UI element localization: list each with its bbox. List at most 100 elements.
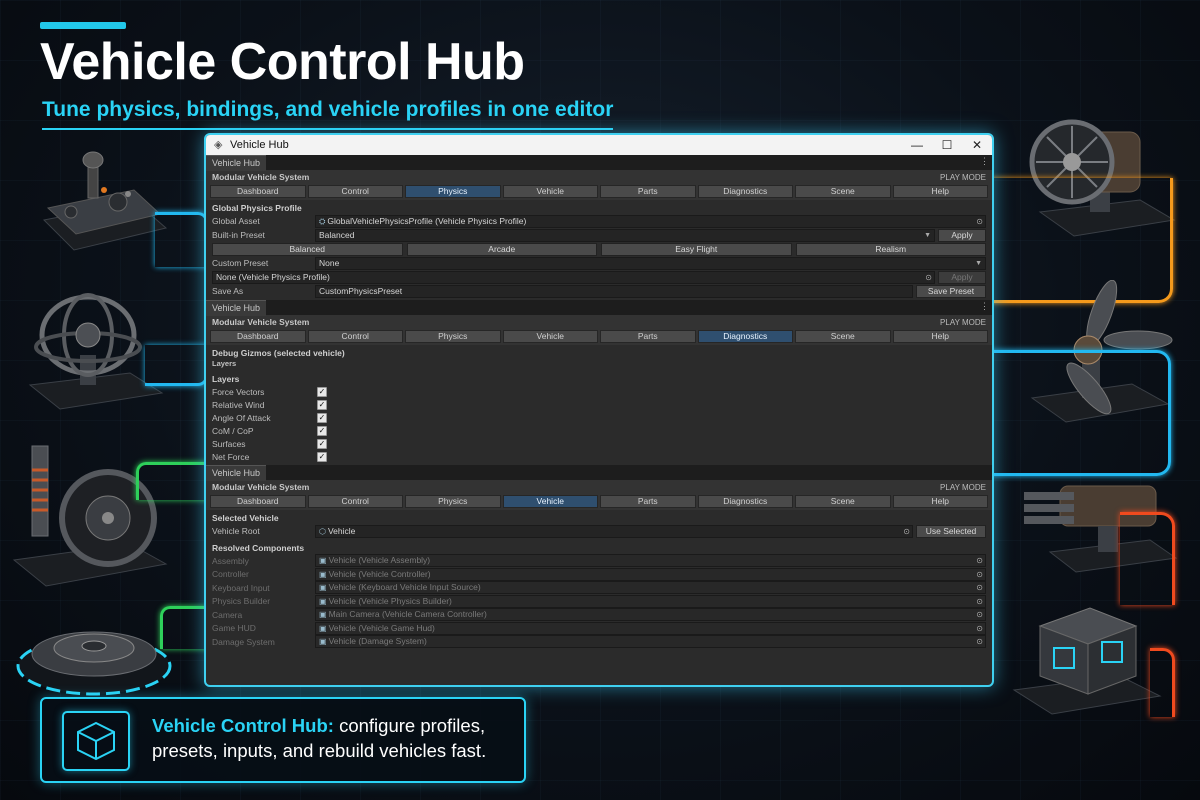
object-picker-icon[interactable]: ⊙ [903, 526, 910, 537]
tab-scene[interactable]: Scene [795, 185, 891, 198]
tab-control[interactable]: Control [307, 185, 403, 198]
layer-checkbox[interactable]: ✓ [317, 412, 327, 423]
builtin-preset-row: Built-in Preset Balanced ▼ Apply [212, 228, 986, 242]
tab-parts[interactable]: Parts [600, 185, 696, 198]
object-picker-icon[interactable]: ⊙ [976, 555, 983, 566]
wire-red-1 [1120, 512, 1175, 605]
tab-dashboard[interactable]: Dashboard [210, 185, 306, 198]
component-row: Controller ▣ Vehicle (Vehicle Controller) ⊙ [212, 567, 986, 582]
object-picker-icon[interactable]: ⊙ [976, 582, 983, 593]
object-picker-icon[interactable]: ⊙ [976, 216, 983, 227]
component-label: Controller [212, 569, 249, 580]
kebab-menu-icon[interactable]: ⋮ [980, 156, 989, 167]
tab-control[interactable]: Control [307, 495, 403, 508]
apply-disabled-button[interactable]: Apply [938, 270, 986, 284]
layer-row: CoM / CoP ✓ [212, 424, 986, 437]
tab-help[interactable]: Help [892, 330, 988, 343]
layer-checkbox[interactable]: ✓ [317, 425, 327, 436]
layer-checkbox[interactable]: ✓ [317, 399, 327, 410]
nav-tabs: Dashboard Control Physics Vehicle Parts Diagn… [206, 184, 992, 200]
use-selected-button[interactable]: Use Selected [916, 524, 986, 538]
tab-parts[interactable]: Parts [600, 495, 696, 508]
component-value: Main Camera (Vehicle Camera Controller) [328, 609, 487, 620]
tab-diagnostics[interactable]: Diagnostics [697, 330, 793, 343]
layer-checkbox[interactable]: ✓ [317, 386, 327, 397]
joystick-icon [26, 150, 176, 260]
object-picker-icon[interactable]: ⊙ [976, 569, 983, 580]
component-field[interactable]: ▣ Vehicle (Vehicle Assembly) ⊙ [315, 554, 986, 568]
component-field[interactable]: ▣ Vehicle (Vehicle Physics Builder) ⊙ [315, 594, 986, 608]
tab-vehicle[interactable]: Vehicle [502, 330, 598, 343]
nav-tabs: Dashboard Control Physics Vehicle Parts Diagn… [206, 494, 992, 510]
custom-profile-field[interactable]: None (Vehicle Physics Profile) ⊙ [212, 270, 935, 284]
tab-control[interactable]: Control [307, 330, 403, 343]
object-picker-icon[interactable]: ⊙ [976, 596, 983, 607]
component-value: Vehicle (Keyboard Vehicle Input Source) [328, 582, 481, 593]
kebab-menu-icon[interactable]: ⋮ [980, 301, 989, 312]
panel-tabbar: Vehicle Hub ⋮ [206, 154, 992, 171]
tab-scene[interactable]: Scene [795, 330, 891, 343]
component-row: Physics Builder ▣ Vehicle (Vehicle Physics… [212, 594, 986, 609]
tab-physics[interactable]: Physics [405, 330, 501, 343]
object-picker-icon[interactable]: ⊙ [976, 636, 983, 647]
component-value: Vehicle (Vehicle Physics Builder) [328, 595, 452, 606]
layer-row: Relative Wind ✓ [212, 398, 986, 411]
object-picker-icon[interactable]: ⊙ [976, 623, 983, 634]
component-field[interactable]: ▣ Main Camera (Vehicle Camera Controller)… [315, 608, 986, 622]
custom-preset-dropdown[interactable]: None ▼ [315, 256, 986, 270]
layer-checkbox[interactable]: ✓ [317, 438, 327, 449]
selected-vehicle-section: Selected Vehicle Vehicle Root ⬡ Vehicle ⊙ … [206, 510, 992, 651]
tab-parts[interactable]: Parts [600, 330, 696, 343]
minimize-button[interactable]: — [902, 138, 932, 152]
global-asset-field[interactable]: ⛭ GlobalVehiclePhysicsProfile (Vehicle Ph… [315, 214, 986, 228]
save-as-row: Save As CustomPhysicsPreset Save Preset [212, 284, 986, 298]
global-asset-row: Global Asset ⛭ GlobalVehiclePhysicsProfil… [212, 214, 986, 228]
component-field[interactable]: ▣ Vehicle (Keyboard Vehicle Input Source)… [315, 581, 986, 595]
component-field[interactable]: ▣ Vehicle (Vehicle Game Hud) ⊙ [315, 621, 986, 635]
maximize-button[interactable]: ☐ [932, 138, 962, 152]
preset-realism-button[interactable]: Realism [795, 242, 986, 256]
tab-physics[interactable]: Physics [405, 185, 501, 198]
layer-row: Surfaces ✓ [212, 437, 986, 450]
layer-checkbox[interactable]: ✓ [317, 451, 327, 462]
debug-gizmos-section: Debug Gizmos (selected vehicle) Layers L… [206, 345, 992, 465]
tab-dashboard[interactable]: Dashboard [210, 330, 306, 343]
panel-tab[interactable]: Vehicle Hub [206, 154, 267, 171]
component-value: Vehicle (Vehicle Assembly) [328, 555, 431, 566]
tab-vehicle[interactable]: Vehicle [502, 495, 598, 508]
panel-tab[interactable]: Vehicle Hub [206, 299, 267, 316]
builtin-preset-dropdown[interactable]: Balanced ▼ [315, 228, 935, 242]
object-picker-icon[interactable]: ⊙ [925, 272, 932, 283]
unity-logo-icon: ◈ [214, 139, 223, 151]
save-as-input[interactable]: CustomPhysicsPreset [315, 284, 913, 298]
preset-balanced-button[interactable]: Balanced [212, 242, 403, 256]
preset-arcade-button[interactable]: Arcade [406, 242, 597, 256]
callout-strong: Vehicle Control Hub: [152, 715, 334, 736]
tab-dashboard[interactable]: Dashboard [210, 495, 306, 508]
panel-tab[interactable]: Vehicle Hub [206, 464, 267, 481]
tab-physics[interactable]: Physics [405, 495, 501, 508]
tab-diagnostics[interactable]: Diagnostics [697, 185, 793, 198]
component-value: Vehicle (Vehicle Controller) [328, 568, 431, 579]
component-value: Vehicle (Damage System) [328, 636, 427, 647]
tab-help[interactable]: Help [892, 185, 988, 198]
component-field[interactable]: ▣ Vehicle (Vehicle Controller) ⊙ [315, 567, 986, 581]
layer-label: Relative Wind [212, 399, 265, 410]
component-label: Keyboard Input [212, 582, 270, 593]
save-preset-button[interactable]: Save Preset [916, 284, 986, 298]
tab-vehicle[interactable]: Vehicle [502, 185, 598, 198]
apply-button[interactable]: Apply [938, 228, 986, 242]
vehicle-root-field[interactable]: ⬡ Vehicle ⊙ [315, 524, 913, 538]
close-button[interactable]: ✕ [962, 138, 992, 152]
object-picker-icon[interactable]: ⊙ [976, 609, 983, 620]
component-field[interactable]: ▣ Vehicle (Damage System) ⊙ [315, 635, 986, 649]
tab-help[interactable]: Help [892, 495, 988, 508]
preset-easy-flight-button[interactable]: Easy Flight [601, 242, 792, 256]
field-label: Global Asset [212, 216, 260, 226]
tab-scene[interactable]: Scene [795, 495, 891, 508]
component-label: Camera [212, 609, 243, 620]
layer-label: Surfaces [212, 438, 246, 449]
layer-row: Angle Of Attack ✓ [212, 411, 986, 424]
tab-diagnostics[interactable]: Diagnostics [697, 495, 793, 508]
custom-preset-row: Custom Preset None ▼ [212, 256, 986, 270]
